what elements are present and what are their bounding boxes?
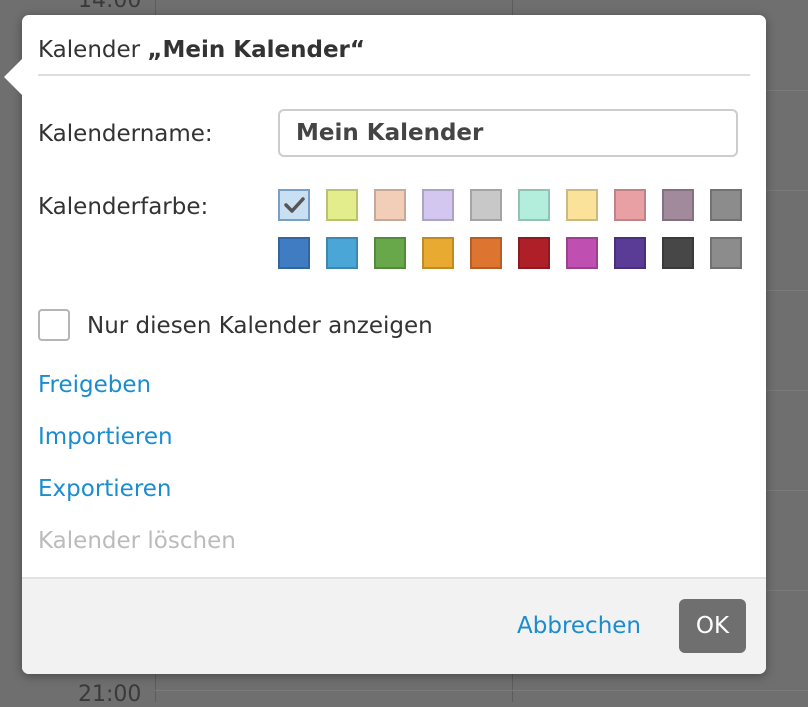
ok-button[interactable]: OK	[679, 599, 746, 653]
color-swatch[interactable]	[662, 237, 694, 269]
calendar-color-label: Kalenderfarbe:	[38, 194, 209, 220]
title-prefix: Kalender	[38, 37, 148, 63]
color-swatch[interactable]	[614, 237, 646, 269]
dialog-footer: Abbrechen OK	[22, 577, 766, 674]
only-this-calendar-label[interactable]: Nur diesen Kalender anzeigen	[87, 313, 433, 339]
color-swatch[interactable]	[326, 189, 358, 221]
color-swatch[interactable]	[422, 237, 454, 269]
calendar-name-label: Kalendername:	[38, 121, 213, 147]
color-swatch[interactable]	[278, 189, 310, 221]
color-swatch[interactable]	[470, 237, 502, 269]
time-label: 21:00	[78, 682, 142, 707]
color-swatch[interactable]	[566, 237, 598, 269]
title-calendar-name: „Mein Kalender“	[147, 37, 366, 63]
color-swatch[interactable]	[326, 237, 358, 269]
color-swatch[interactable]	[278, 237, 310, 269]
color-swatch[interactable]	[518, 189, 550, 221]
color-swatch[interactable]	[710, 189, 742, 221]
cancel-button[interactable]: Abbrechen	[517, 613, 641, 639]
calendar-name-input[interactable]	[278, 109, 738, 157]
color-swatch[interactable]	[566, 189, 598, 221]
color-swatch[interactable]	[518, 237, 550, 269]
color-swatch[interactable]	[710, 237, 742, 269]
title-divider	[38, 74, 750, 76]
import-link[interactable]: Importieren	[38, 424, 173, 450]
color-swatch[interactable]	[374, 189, 406, 221]
time-label: 14:00	[78, 0, 142, 13]
dialog-title: Kalender „Mein Kalender“	[38, 37, 365, 63]
color-swatch[interactable]	[614, 189, 646, 221]
share-link[interactable]: Freigeben	[38, 372, 151, 398]
dialog-pointer	[4, 59, 22, 95]
only-this-calendar-checkbox[interactable]	[38, 309, 70, 341]
color-swatch[interactable]	[374, 237, 406, 269]
color-swatch[interactable]	[662, 189, 694, 221]
checkmark-icon	[284, 197, 305, 213]
color-swatch[interactable]	[470, 189, 502, 221]
grid-line	[155, 690, 808, 691]
color-swatch-grid	[278, 189, 748, 269]
color-swatch[interactable]	[422, 189, 454, 221]
calendar-settings-dialog: Kalender „Mein Kalender“ Kalendername: K…	[4, 15, 766, 674]
export-link[interactable]: Exportieren	[38, 476, 172, 502]
delete-calendar-link: Kalender löschen	[38, 528, 236, 554]
